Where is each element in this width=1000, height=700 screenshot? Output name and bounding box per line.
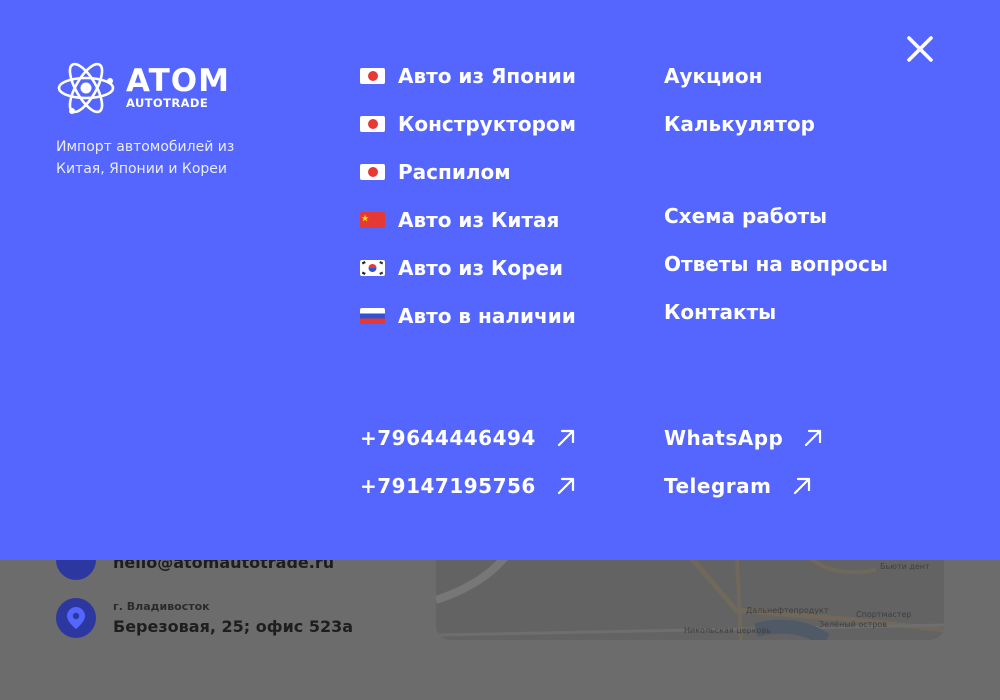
nav-item-label: Контакты (664, 300, 777, 324)
nav-item-calculator[interactable]: Калькулятор (664, 108, 888, 140)
logo[interactable]: ATOM AUTOTRADE (56, 58, 276, 118)
nav-item-label: Авто из Китая (398, 208, 560, 232)
nav-item-auction[interactable]: Аукцион (664, 60, 888, 92)
nav-item-contacts[interactable]: Контакты (664, 296, 888, 328)
brand: ATOM AUTOTRADE Импорт автомобилей из Кит… (56, 58, 276, 180)
whatsapp-label: WhatsApp (664, 426, 784, 450)
telegram-link[interactable]: Telegram (664, 474, 812, 498)
map-label: Дальнефтепродукт (746, 606, 829, 615)
close-button[interactable] (903, 32, 937, 66)
japan-flag-icon (360, 116, 385, 132)
arrow-up-right-icon (793, 477, 810, 495)
menu-overlay: ATOM AUTOTRADE Импорт автомобилей из Кит… (0, 0, 1000, 560)
arrow-up-right-icon (557, 477, 574, 495)
city-label: г. Владивосток (113, 600, 210, 613)
location-pin-icon (56, 598, 96, 638)
nav-item-label: Конструктором (398, 112, 577, 136)
south-korea-flag-icon (360, 260, 385, 276)
phone-number: +79147195756 (360, 474, 536, 498)
nav-item-cut[interactable]: Распилом (360, 156, 576, 188)
russia-flag-icon (360, 308, 385, 324)
nav-spacer (664, 156, 888, 200)
nav-item-faq[interactable]: Ответы на вопросы (664, 248, 888, 280)
logo-title: ATOM (126, 63, 230, 99)
map-label: Бьюти дент (880, 562, 930, 571)
nav-item-label: Авто из Японии (398, 64, 576, 88)
whatsapp-link[interactable]: WhatsApp (664, 426, 823, 450)
japan-flag-icon (360, 164, 385, 180)
map-label: Никольская церковь (684, 626, 771, 635)
japan-flag-icon (360, 68, 385, 84)
nav-item-label: Калькулятор (664, 112, 815, 136)
nav-item-constructor[interactable]: Конструктором (360, 108, 576, 140)
address-text: Березовая, 25; офис 523а (113, 617, 354, 636)
phone-number: +79644446494 (360, 426, 536, 450)
nav-item-cars-japan[interactable]: Авто из Японии (360, 60, 576, 92)
nav-item-label: Авто из Кореи (398, 256, 564, 280)
map-label: Спортмастер (856, 610, 912, 619)
nav-item-label: Ответы на вопросы (664, 252, 888, 276)
china-flag-icon (360, 212, 385, 228)
nav-item-label: Распилом (398, 160, 511, 184)
nav-item-cars-in-stock[interactable]: Авто в наличии (360, 300, 576, 332)
nav-item-label: Схема работы (664, 204, 828, 228)
nav-item-label: Аукцион (664, 64, 763, 88)
nav-item-cars-china[interactable]: Авто из Китая (360, 204, 576, 236)
nav-column-catalog: Авто из Японии Конструктором Распилом Ав… (360, 60, 576, 348)
brand-tagline: Импорт автомобилей из Китая, Японии и Ко… (56, 139, 235, 177)
nav-item-workflow[interactable]: Схема работы (664, 200, 888, 232)
close-icon (907, 36, 933, 62)
telegram-label: Telegram (664, 474, 772, 498)
phone-link-2[interactable]: +79147195756 (360, 474, 576, 498)
arrow-up-right-icon (805, 429, 822, 447)
atom-logo-icon (57, 62, 115, 114)
arrow-up-right-icon (557, 429, 574, 447)
nav-item-cars-korea[interactable]: Авто из Кореи (360, 252, 576, 284)
nav-item-label: Авто в наличии (398, 304, 576, 328)
map-label: Зелёный остров (819, 620, 888, 629)
nav-column-info: Аукцион Калькулятор Схема работы Ответы … (664, 60, 888, 344)
phone-link-1[interactable]: +79644446494 (360, 426, 576, 450)
address-contact: г. Владивосток Березовая, 25; офис 523а (56, 598, 353, 638)
